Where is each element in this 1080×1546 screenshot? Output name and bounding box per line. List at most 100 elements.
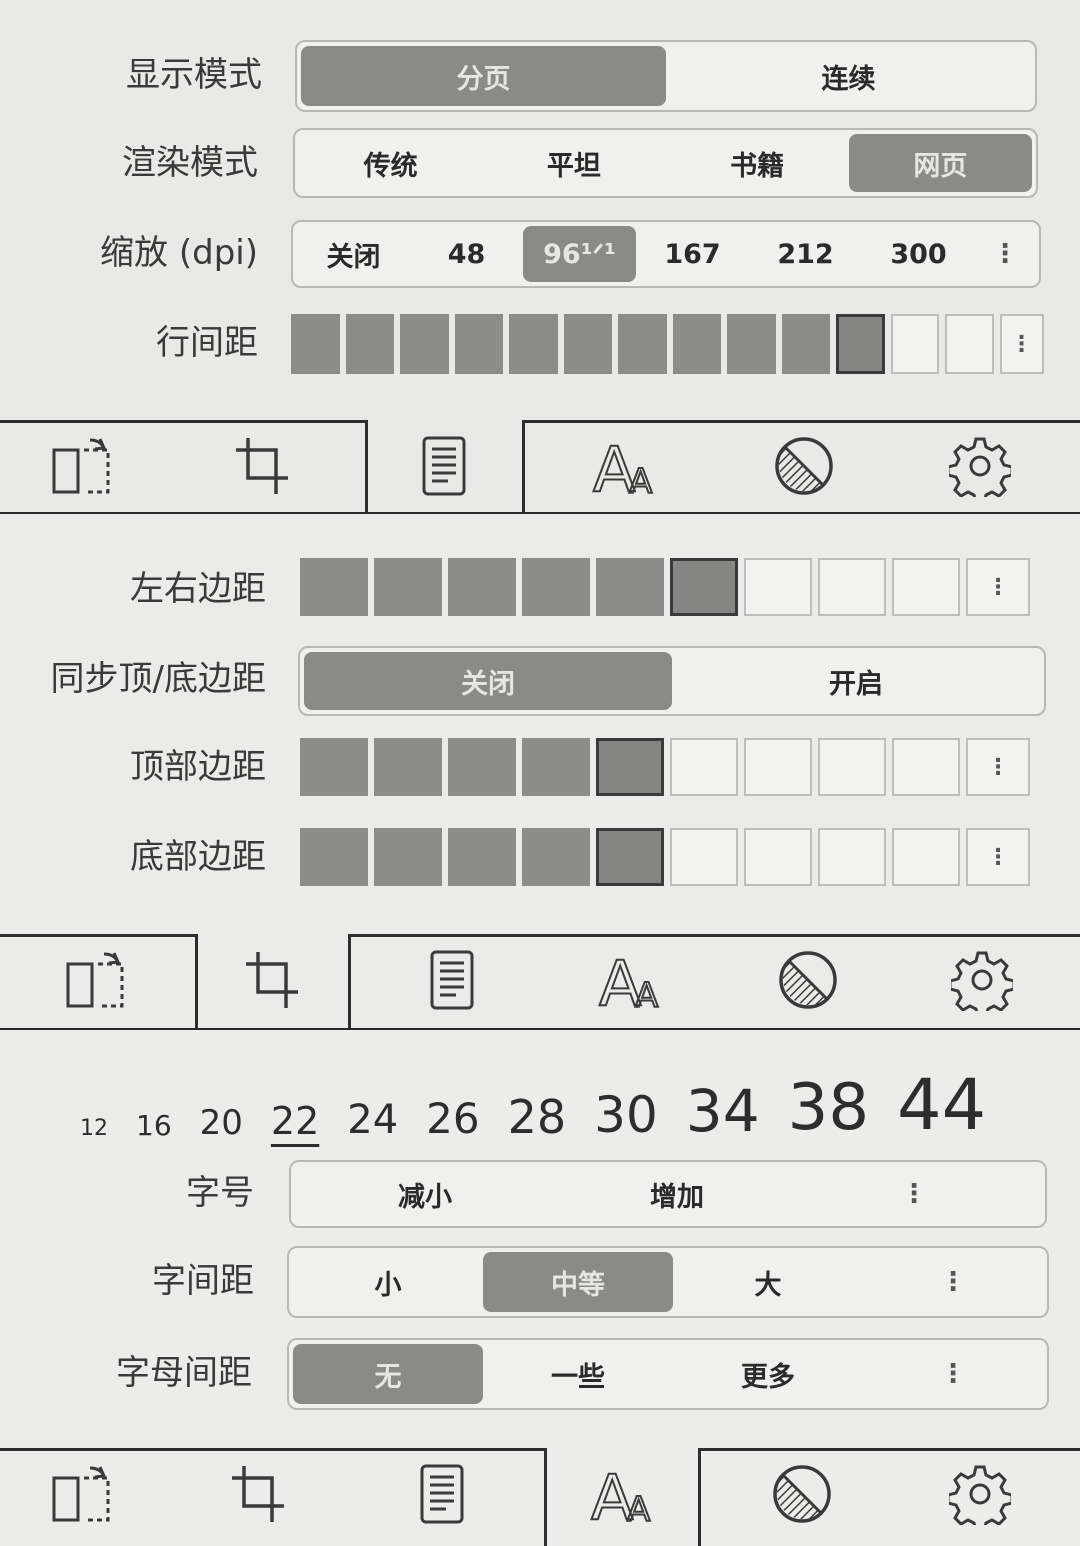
layout-icon[interactable] bbox=[40, 1448, 124, 1540]
render-mode-book-option[interactable]: 书籍 bbox=[666, 134, 849, 192]
zoom-300-option[interactable]: 300 bbox=[862, 226, 975, 282]
more-button[interactable]: ⋮ bbox=[966, 558, 1030, 616]
level-cell[interactable] bbox=[818, 828, 886, 886]
font-size-option[interactable]: 12 bbox=[80, 1118, 108, 1140]
contrast-icon[interactable] bbox=[766, 934, 850, 1026]
level-cell[interactable] bbox=[509, 314, 558, 374]
level-cell[interactable] bbox=[291, 314, 340, 374]
font-size-option[interactable]: 22 bbox=[271, 1102, 319, 1140]
zoom-more-button[interactable]: ⋮ bbox=[975, 239, 1035, 269]
letter-spacing-more-button[interactable]: ⋮ bbox=[863, 1359, 1043, 1389]
level-cell[interactable] bbox=[448, 558, 516, 616]
level-cell[interactable] bbox=[522, 828, 590, 886]
layout-icon[interactable] bbox=[40, 420, 124, 512]
level-cell[interactable] bbox=[374, 558, 442, 616]
font-size-option[interactable]: 16 bbox=[136, 1112, 172, 1140]
level-cell[interactable] bbox=[374, 738, 442, 796]
level-cell[interactable] bbox=[596, 558, 664, 616]
level-cell[interactable] bbox=[744, 558, 812, 616]
char-spacing-more-button[interactable]: ⋮ bbox=[863, 1267, 1043, 1297]
render-mode-flat-option[interactable]: 平坦 bbox=[482, 134, 665, 192]
page-icon[interactable] bbox=[400, 1448, 484, 1540]
level-cell[interactable] bbox=[892, 558, 960, 616]
level-cell[interactable] bbox=[400, 314, 449, 374]
level-cell[interactable] bbox=[670, 558, 738, 616]
more-button[interactable]: ⋮ bbox=[999, 314, 1044, 374]
level-cell[interactable] bbox=[300, 828, 368, 886]
level-cell[interactable] bbox=[818, 738, 886, 796]
zoom-167-option[interactable]: 167 bbox=[636, 226, 749, 282]
font-icon[interactable]: AA bbox=[584, 420, 668, 512]
letter-spacing-more-option[interactable]: 更多 bbox=[673, 1344, 863, 1404]
level-cell[interactable] bbox=[945, 314, 994, 374]
font-size-option[interactable]: 20 bbox=[200, 1106, 243, 1140]
level-cell[interactable] bbox=[670, 738, 738, 796]
font-size-decrease-button[interactable]: 减小 bbox=[295, 1166, 555, 1222]
level-cell[interactable] bbox=[300, 738, 368, 796]
gear-icon[interactable] bbox=[938, 420, 1022, 512]
level-cell[interactable] bbox=[345, 314, 394, 374]
level-cell[interactable] bbox=[300, 558, 368, 616]
font-icon[interactable]: AA bbox=[590, 934, 674, 1026]
zoom-off-option[interactable]: 关闭 bbox=[297, 226, 410, 282]
gear-icon[interactable] bbox=[940, 934, 1024, 1026]
level-cell[interactable] bbox=[670, 828, 738, 886]
char-spacing-small-option[interactable]: 小 bbox=[293, 1252, 483, 1312]
display-mode-continuous-option[interactable]: 连续 bbox=[666, 46, 1031, 106]
level-cell[interactable] bbox=[374, 828, 442, 886]
sync-margin-off-option[interactable]: 关闭 bbox=[304, 652, 672, 710]
crop-icon[interactable] bbox=[218, 1448, 302, 1540]
font-size-option[interactable]: 26 bbox=[426, 1098, 479, 1140]
sync-margin-on-option[interactable]: 开启 bbox=[672, 652, 1040, 710]
char-spacing-large-option[interactable]: 大 bbox=[673, 1252, 863, 1312]
letter-spacing-none-option[interactable]: 无 bbox=[293, 1344, 483, 1404]
page-icon[interactable] bbox=[410, 934, 494, 1026]
crop-icon[interactable] bbox=[232, 934, 316, 1026]
contrast-icon[interactable] bbox=[760, 1448, 844, 1540]
char-spacing-medium-option[interactable]: 中等 bbox=[483, 1252, 673, 1312]
level-cell[interactable] bbox=[596, 738, 664, 796]
level-cell[interactable] bbox=[890, 314, 939, 374]
level-cell[interactable] bbox=[522, 738, 590, 796]
render-mode-web-option[interactable]: 网页 bbox=[848, 134, 1032, 192]
contrast-icon[interactable] bbox=[762, 420, 846, 512]
level-cell[interactable] bbox=[448, 828, 516, 886]
bottom-margin-label: 底部边距 bbox=[130, 837, 266, 877]
font-size-increase-button[interactable]: 增加 bbox=[555, 1166, 799, 1222]
level-cell[interactable] bbox=[781, 314, 830, 374]
level-cell[interactable] bbox=[836, 314, 885, 374]
level-cell[interactable] bbox=[892, 738, 960, 796]
more-button[interactable]: ⋮ bbox=[966, 828, 1030, 886]
level-cell[interactable] bbox=[727, 314, 776, 374]
letter-spacing-some-option[interactable]: 一些 bbox=[483, 1344, 673, 1404]
level-cell[interactable] bbox=[744, 738, 812, 796]
level-cell[interactable] bbox=[454, 314, 503, 374]
level-cell[interactable] bbox=[892, 828, 960, 886]
level-cell[interactable] bbox=[744, 828, 812, 886]
crop-icon[interactable] bbox=[222, 420, 306, 512]
font-size-option[interactable]: 38 bbox=[788, 1076, 869, 1140]
font-size-option[interactable]: 44 bbox=[897, 1070, 986, 1140]
font-size-option[interactable]: 34 bbox=[686, 1082, 760, 1140]
font-size-option[interactable]: 24 bbox=[347, 1100, 398, 1140]
font-size-option[interactable]: 30 bbox=[594, 1090, 658, 1140]
level-cell[interactable] bbox=[618, 314, 667, 374]
font-size-more-button[interactable]: ⋮ bbox=[799, 1179, 1029, 1209]
level-cell[interactable] bbox=[522, 558, 590, 616]
zoom-48-option[interactable]: 48 bbox=[410, 226, 523, 282]
font-icon[interactable]: AA bbox=[582, 1448, 666, 1540]
level-cell[interactable] bbox=[818, 558, 886, 616]
level-cell[interactable] bbox=[672, 314, 721, 374]
level-cell[interactable] bbox=[563, 314, 612, 374]
zoom-96-option[interactable]: 96¹ᐟ¹ bbox=[523, 226, 636, 282]
font-size-option[interactable]: 28 bbox=[508, 1094, 567, 1140]
more-button[interactable]: ⋮ bbox=[966, 738, 1030, 796]
zoom-212-option[interactable]: 212 bbox=[749, 226, 862, 282]
level-cell[interactable] bbox=[448, 738, 516, 796]
layout-icon[interactable] bbox=[54, 934, 138, 1026]
gear-icon[interactable] bbox=[938, 1448, 1022, 1540]
display-mode-paged-option[interactable]: 分页 bbox=[301, 46, 666, 106]
page-icon[interactable] bbox=[402, 420, 486, 512]
level-cell[interactable] bbox=[596, 828, 664, 886]
render-mode-traditional-option[interactable]: 传统 bbox=[299, 134, 482, 192]
